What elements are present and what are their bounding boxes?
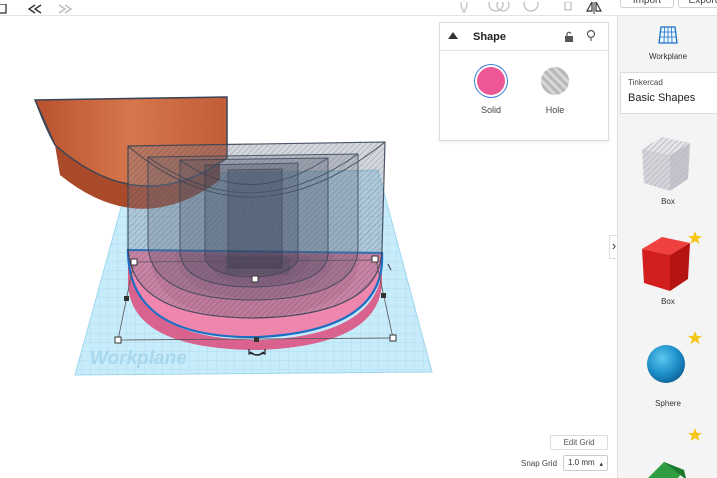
chevron-up-icon: ▴ [599, 461, 603, 468]
solid-option[interactable]: Solid [461, 67, 521, 115]
workplane-button-label: Workplane [648, 52, 688, 61]
selection-handle[interactable] [124, 296, 129, 301]
edit-grid-button[interactable]: Edit Grid [550, 435, 608, 450]
inspector-title: Shape [473, 31, 507, 43]
shape-inspector: Shape Solid Hole [439, 22, 609, 141]
snap-grid-label: Snap Grid [521, 459, 558, 468]
shape-item-label: Box [661, 197, 675, 206]
star-icon [688, 331, 702, 344]
lightbulb-icon[interactable] [586, 29, 596, 48]
workplane-button[interactable]: Workplane [618, 16, 717, 68]
import-button[interactable]: Import [620, 0, 674, 8]
solid-color-swatch[interactable] [477, 67, 505, 95]
collapse-arrow-icon[interactable] [448, 32, 458, 39]
solid-label: Solid [480, 105, 501, 115]
workplane-label: Workplane [90, 348, 187, 369]
shape-item-label: Box [661, 297, 675, 306]
snap-grid-select[interactable]: 1.0 mm ▴ [563, 455, 608, 471]
shapes-panel: Workplane Tinkercad Basic Shapes Box Box… [617, 16, 717, 478]
shape-item-box[interactable]: Box [618, 231, 717, 321]
green-shape-icon [648, 462, 686, 478]
shape-item-label: Sphere [655, 399, 681, 408]
export-button[interactable]: Export [678, 0, 717, 8]
hole-label: Hole [545, 105, 565, 115]
red-box-icon [642, 237, 690, 291]
shape-item-sphere[interactable]: Sphere [618, 331, 717, 421]
workplane-icon [658, 26, 678, 44]
snap-grid-value: 1.0 mm [568, 458, 595, 467]
hole-box-icon [642, 137, 690, 191]
shape-item-partial[interactable] [618, 428, 717, 478]
library-category: Tinkercad [628, 78, 663, 87]
hole-option[interactable]: Hole [525, 67, 585, 115]
selection-handle[interactable] [389, 334, 397, 342]
selection-handle[interactable] [130, 258, 138, 266]
height-handle[interactable] [251, 275, 259, 283]
selection-handle[interactable] [254, 337, 259, 342]
star-icon [688, 428, 702, 441]
shape-item-hole-box[interactable]: Box [618, 131, 717, 221]
selection-handle[interactable] [381, 293, 386, 298]
shape-library-select[interactable]: Tinkercad Basic Shapes [620, 72, 717, 114]
hole-half-cylinders[interactable] [127, 141, 386, 319]
star-icon [688, 231, 702, 244]
hole-swatch[interactable] [541, 67, 569, 95]
selection-handle[interactable] [114, 336, 122, 344]
workplane-canvas[interactable]: Workplane Shape Solid Hole Edit Grid Sna… [0, 16, 612, 478]
selection-handle[interactable] [371, 255, 379, 263]
lock-icon[interactable] [563, 30, 575, 48]
library-name: Basic Shapes [628, 92, 696, 104]
blue-sphere-icon [647, 345, 685, 383]
